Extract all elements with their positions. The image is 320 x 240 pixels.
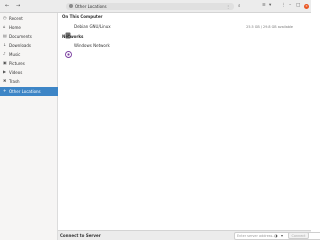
- home-icon: ⌂: [3, 24, 6, 29]
- connect-bar: Connect to Server ◑ ▾ Connect: [58, 230, 320, 240]
- search-icon[interactable]: ⌕: [238, 3, 241, 9]
- trash-icon: ✖: [3, 78, 7, 83]
- location-label: Other Locations: [75, 4, 107, 9]
- forward-icon[interactable]: →: [16, 3, 20, 9]
- location-icon: [69, 4, 73, 8]
- location-row-computer[interactable]: Debian GNU/Linux 25.5 GB / 29.8 GB avail…: [58, 22, 311, 39]
- disk-usage: 25.5 GB / 29.8 GB available: [246, 25, 293, 29]
- sidebar-item-home[interactable]: ⌂ Home: [0, 23, 58, 32]
- location-name: Debian GNU/Linux: [74, 24, 111, 29]
- network-icon: [65, 43, 72, 62]
- sidebar-item-label: Documents: [9, 34, 32, 39]
- clock-icon: ◷: [3, 15, 7, 20]
- sidebar: ◷ Recent ⌂ Home ▤ Documents ↓ Downloads …: [0, 13, 58, 240]
- connect-button[interactable]: Connect: [288, 232, 309, 239]
- plus-icon: +: [3, 88, 7, 93]
- sidebar-item-downloads[interactable]: ↓ Downloads: [0, 41, 58, 50]
- recent-servers-icon[interactable]: ◑: [274, 233, 278, 238]
- sidebar-item-label: Home: [9, 25, 21, 30]
- sidebar-item-videos[interactable]: ▶ Videos: [0, 68, 58, 77]
- sidebar-item-music[interactable]: ♪ Music: [0, 50, 58, 59]
- sidebar-item-label: Music: [9, 52, 21, 57]
- sidebar-item-label: Trash: [9, 79, 20, 84]
- back-icon[interactable]: ←: [5, 3, 9, 9]
- sidebar-item-label: Downloads: [9, 43, 31, 48]
- menu-icon[interactable]: ⋮: [281, 3, 286, 8]
- section-title-networks: Networks: [62, 34, 84, 39]
- video-icon: ▶: [3, 69, 7, 74]
- sidebar-item-other-locations[interactable]: + Other Locations: [0, 87, 58, 96]
- maximize-icon[interactable]: □: [296, 3, 300, 8]
- sidebar-item-label: Recent: [9, 16, 23, 21]
- location-bar[interactable]: Other Locations ⋮: [66, 3, 234, 10]
- picture-icon: ▣: [3, 60, 7, 65]
- sidebar-item-label: Videos: [9, 70, 23, 75]
- download-icon: ↓: [3, 42, 7, 47]
- sidebar-item-label: Other Locations: [9, 89, 41, 94]
- minimize-icon[interactable]: –: [289, 3, 291, 8]
- sidebar-item-documents[interactable]: ▤ Documents: [0, 32, 58, 41]
- location-row-network[interactable]: Windows Network: [58, 41, 311, 58]
- location-menu-icon[interactable]: ⋮: [226, 3, 230, 10]
- connect-to-server-label: Connect to Server: [60, 233, 101, 238]
- sidebar-item-pictures[interactable]: ▣ Pictures: [0, 59, 58, 68]
- music-icon: ♪: [3, 51, 6, 56]
- sidebar-item-label: Pictures: [9, 61, 25, 66]
- location-name: Windows Network: [74, 43, 110, 48]
- header-bar: ← → Other Locations ⋮ ⌕ ≡ ▾ ⋮ – □ ✕: [0, 0, 311, 13]
- close-icon[interactable]: ✕: [304, 4, 309, 9]
- view-list-icon[interactable]: ≡: [262, 3, 266, 8]
- sidebar-item-recent[interactable]: ◷ Recent: [0, 14, 58, 23]
- document-icon: ▤: [3, 33, 7, 38]
- section-title-on-this-computer: On This Computer: [62, 14, 103, 19]
- view-options-icon[interactable]: ▾: [269, 3, 271, 8]
- sidebar-item-trash[interactable]: ✖ Trash: [0, 77, 58, 86]
- servers-dropdown-icon[interactable]: ▾: [281, 233, 283, 238]
